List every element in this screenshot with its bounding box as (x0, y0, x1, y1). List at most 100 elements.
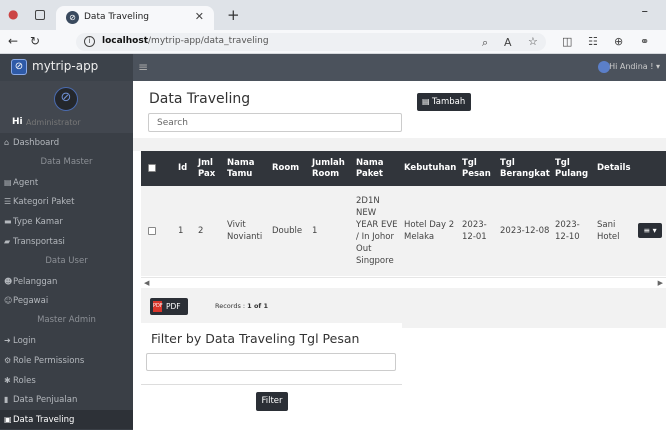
sidebar-item-pegawai[interactable]: ☺ Pegawai (0, 291, 133, 310)
col-header-tgl-berangkat[interactable]: Tgl Berangkat (500, 151, 550, 186)
table-row: 1 2 Vivit Novianti Double 1 2D1N NEW YEA… (141, 186, 666, 276)
sidebar-item-label: Transportasi (13, 237, 65, 247)
cell-tgl-berangkat: 2023-12-08 (500, 226, 550, 236)
filter-button[interactable]: Filter (256, 392, 288, 411)
col-header-nama-tamu[interactable]: Nama Tamu (227, 151, 267, 186)
sidebar-item-login[interactable]: ➜ Login (0, 331, 133, 350)
extensions-icon[interactable]: ⚭ (640, 35, 649, 48)
pdf-file-icon: PDF (153, 301, 163, 312)
sidebar-item-data-traveling[interactable]: ▣ Data Traveling (0, 410, 133, 430)
refresh-icon[interactable]: ↻ (30, 34, 40, 48)
sidebar-item-type-kamar[interactable]: ▬ Type Kamar (0, 212, 133, 231)
sidebar-item-label: Login (13, 336, 36, 346)
url-field[interactable]: i localhost/mytrip-app/data_traveling ⌕ … (76, 33, 546, 51)
split-screen-icon[interactable]: ◫ (562, 35, 572, 48)
sidebar-item-agent[interactable]: ▤ Agent (0, 173, 133, 192)
table-header: Id Jml Pax Nama Tamu Room Jumlah Room Na… (141, 151, 666, 186)
cog-icon: ✱ (4, 375, 11, 385)
sidebar-item-dashboard[interactable]: ⌂ Dashboard (0, 133, 133, 152)
app-header: ⊘ mytrip-app ≡ Hi Andina ! ▾ (0, 54, 666, 81)
row-checkbox[interactable] (148, 227, 156, 235)
url-text: localhost/mytrip-app/data_traveling (102, 36, 269, 46)
scroll-right-icon[interactable]: ▶ (658, 279, 663, 287)
cell-nama-paket: 2D1N NEW YEAR EVE / In Johor Out Singpor… (356, 196, 398, 266)
site-info-icon[interactable]: i (84, 36, 95, 47)
tab-actions-icon[interactable] (35, 10, 45, 20)
minimize-icon[interactable]: – (642, 4, 649, 19)
sidebar-profile: ⊘ Hi Administrator (0, 81, 133, 133)
col-header-nama-paket[interactable]: Nama Paket (356, 151, 396, 186)
filter-title: Filter by Data Traveling Tgl Pesan (151, 331, 360, 346)
cell-id: 1 (178, 226, 184, 236)
scroll-left-icon[interactable]: ◀ (144, 279, 149, 287)
cell-jumlah-room: 1 (312, 226, 318, 236)
pdf-button[interactable]: PDF PDF (150, 298, 188, 315)
col-header-id[interactable]: Id (178, 151, 196, 186)
login-icon: ➜ (4, 336, 11, 345)
read-aloud-icon[interactable]: A (504, 36, 512, 49)
add-button[interactable]: ▤ Tambah (417, 93, 471, 111)
sidebar-item-label: Roles (13, 375, 36, 386)
col-header-details[interactable]: Details (597, 151, 637, 186)
brand-name: mytrip-app (32, 59, 99, 73)
tab-title: Data Traveling (84, 12, 150, 22)
zoom-icon[interactable]: ⌕ (482, 36, 488, 50)
sidebar-item-roles[interactable]: ✱ Roles (0, 371, 133, 390)
col-header-kebutuhan[interactable]: Kebutuhan (404, 151, 460, 186)
cogs-icon: ⚙ (4, 355, 12, 365)
users-icon: ☻ (4, 276, 13, 286)
col-header-room[interactable]: Room (272, 151, 310, 186)
sidebar-item-label: Data Traveling (13, 415, 75, 426)
bank-icon: ▤ (4, 177, 12, 187)
col-header-tgl-pulang[interactable]: Tgl Pulang (555, 151, 589, 186)
cell-tgl-pesan: 2023-12-01 (462, 220, 487, 242)
profile-icon[interactable]: ● (8, 7, 24, 23)
row-action-dropdown[interactable]: ≡ ▾ (638, 223, 662, 238)
filter-date-input[interactable] (146, 353, 396, 371)
dashboard-icon: ⌂ (4, 138, 10, 147)
close-tab-icon[interactable]: ✕ (195, 10, 204, 23)
col-header-tgl-pesan[interactable]: Tgl Pesan (462, 151, 492, 186)
cell-kebutuhan: Hotel Day 2 Melaka (404, 220, 455, 242)
col-header-jml-pax[interactable]: Jml Pax (198, 151, 220, 186)
sidebar-item-label: Pelanggan (13, 276, 58, 287)
list-icon: ☰ (4, 197, 12, 207)
bed-icon: ▬ (4, 217, 12, 227)
select-all-checkbox[interactable] (148, 164, 156, 172)
sidebar-item-label: Type Kamar (13, 217, 63, 228)
collections-icon[interactable]: ⊕ (614, 35, 623, 48)
favorite-star-icon[interactable]: ☆ (528, 35, 538, 48)
records-count: Records : 1 of 1 (215, 302, 269, 310)
new-tab-icon[interactable]: + (227, 6, 240, 24)
back-icon[interactable]: ← (8, 34, 18, 48)
sidebar-item-kategori-paket[interactable]: ☰ Kategori Paket (0, 192, 133, 211)
sidebar-section-header: Master Admin (37, 315, 96, 326)
sidebar-item-label: Data Penjualan (13, 395, 78, 406)
user-menu[interactable]: Hi Andina ! ▾ (609, 62, 660, 71)
cell-details: Sani Hotel (597, 220, 620, 242)
profile-hi: Hi (12, 117, 23, 127)
col-header-jumlah-room[interactable]: Jumlah Room (312, 151, 352, 186)
sidebar-item-data-penjualan[interactable]: ▮ Data Penjualan (0, 390, 133, 409)
logo-icon: ⊘ (11, 59, 27, 75)
sidebar-section-header: Data Master (40, 156, 93, 167)
browser-tab[interactable]: ⊘ Data Traveling ✕ (56, 6, 214, 30)
search-input[interactable] (148, 113, 402, 132)
sidebar-item-role-permissions[interactable]: ⚙ Role Permissions (0, 351, 133, 370)
divider-band (133, 138, 666, 151)
cell-room: Double (272, 226, 303, 236)
cell-nama-tamu: Vivit Novianti (227, 220, 263, 242)
user-group-icon: ☺ (4, 296, 13, 306)
horizontal-scrollbar[interactable]: ◀ ▶ (141, 277, 666, 288)
sidebar-item-label: Pegawai (13, 296, 49, 307)
sidebar-item-label: Role Permissions (13, 355, 85, 366)
favorites-icon[interactable]: ☷ (588, 35, 598, 48)
cell-tgl-pulang: 2023-12-10 (555, 220, 580, 242)
sidebar-item-label: Dashboard (13, 138, 60, 148)
sidebar-item-label: Kategori Paket (13, 197, 75, 208)
menu-toggle-icon[interactable]: ≡ (138, 60, 148, 74)
brand-logo[interactable]: ⊘ mytrip-app (0, 54, 133, 81)
sidebar-item-label: Agent (13, 177, 39, 188)
sidebar-item-transportasi[interactable]: ▰ Transportasi (0, 232, 133, 251)
sidebar-item-pelanggan[interactable]: ☻ Pelanggan (0, 272, 133, 291)
